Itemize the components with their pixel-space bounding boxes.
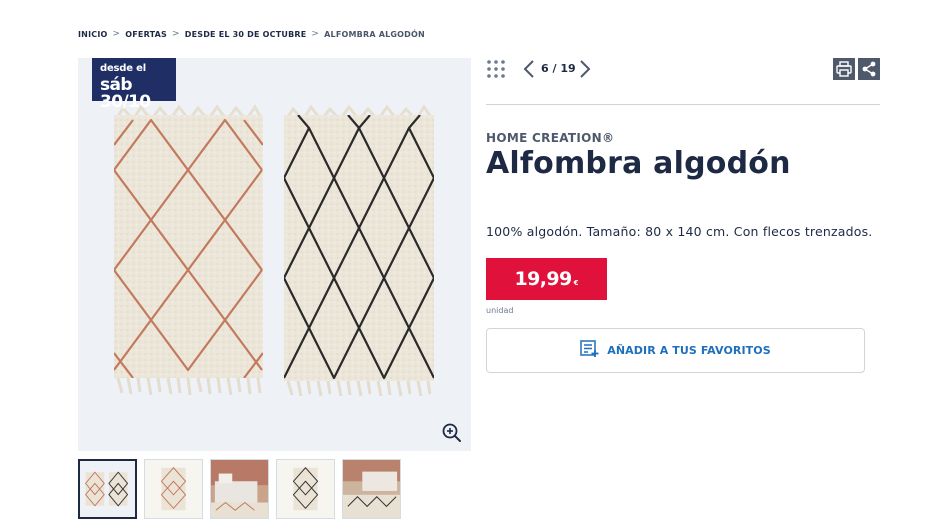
price-currency: €	[573, 279, 579, 287]
add-to-favorites-label: AÑADIR A TUS FAVORITOS	[607, 344, 771, 357]
thumbnail-3[interactable]	[210, 459, 269, 519]
breadcrumb-separator: >	[171, 29, 180, 39]
thumbnail-2[interactable]	[144, 459, 203, 519]
product-brand: HOME CREATION®	[486, 131, 615, 145]
breadcrumb: INICIO > OFERTAS > DESDE EL 30 DE OCTUBR…	[78, 27, 425, 41]
rug-black	[284, 104, 435, 397]
print-icon[interactable]	[833, 58, 855, 80]
breadcrumb-separator: >	[112, 29, 121, 39]
rug-terracotta	[114, 104, 264, 396]
product-title: Alfombra algodón	[486, 146, 791, 181]
grid-icon[interactable]	[486, 59, 506, 83]
product-navigation: 6 / 19	[486, 56, 880, 84]
divider	[486, 104, 880, 105]
price-badge: 19,99 €	[486, 258, 607, 300]
product-description: 100% algodón. Tamaño: 80 x 140 cm. Con f…	[486, 224, 873, 239]
badge-line1: desde el	[100, 63, 146, 74]
image-counter: 6 / 19	[541, 62, 576, 75]
product-image-gallery[interactable]: desde el sáb 30/10	[78, 58, 471, 451]
product-image	[114, 104, 435, 397]
chevron-right-icon[interactable]	[578, 59, 592, 83]
breadcrumb-ofertas[interactable]: OFERTAS	[125, 30, 167, 39]
thumbnail-1[interactable]	[78, 459, 137, 519]
date-badge: desde el sáb 30/10	[92, 58, 176, 111]
chevron-left-icon[interactable]	[522, 59, 536, 83]
price-amount: 19,99	[514, 268, 573, 290]
share-icon[interactable]	[858, 58, 880, 80]
thumbnail-5[interactable]	[342, 459, 401, 519]
breadcrumb-current: ALFOMBRA ALGODÓN	[324, 29, 425, 39]
zoom-in-icon[interactable]	[441, 422, 463, 444]
thumbnail-4[interactable]	[276, 459, 335, 519]
breadcrumb-separator: >	[311, 29, 320, 39]
breadcrumb-inicio[interactable]: INICIO	[78, 30, 108, 39]
breadcrumb-desde-el-30[interactable]: DESDE EL 30 DE OCTUBRE	[185, 30, 307, 39]
price-unit: unidad	[486, 306, 514, 315]
thumbnail-strip	[78, 459, 401, 519]
add-to-list-icon	[580, 339, 600, 362]
add-to-favorites-button[interactable]: AÑADIR A TUS FAVORITOS	[486, 328, 865, 373]
badge-line2: sáb 30/10	[100, 75, 151, 112]
